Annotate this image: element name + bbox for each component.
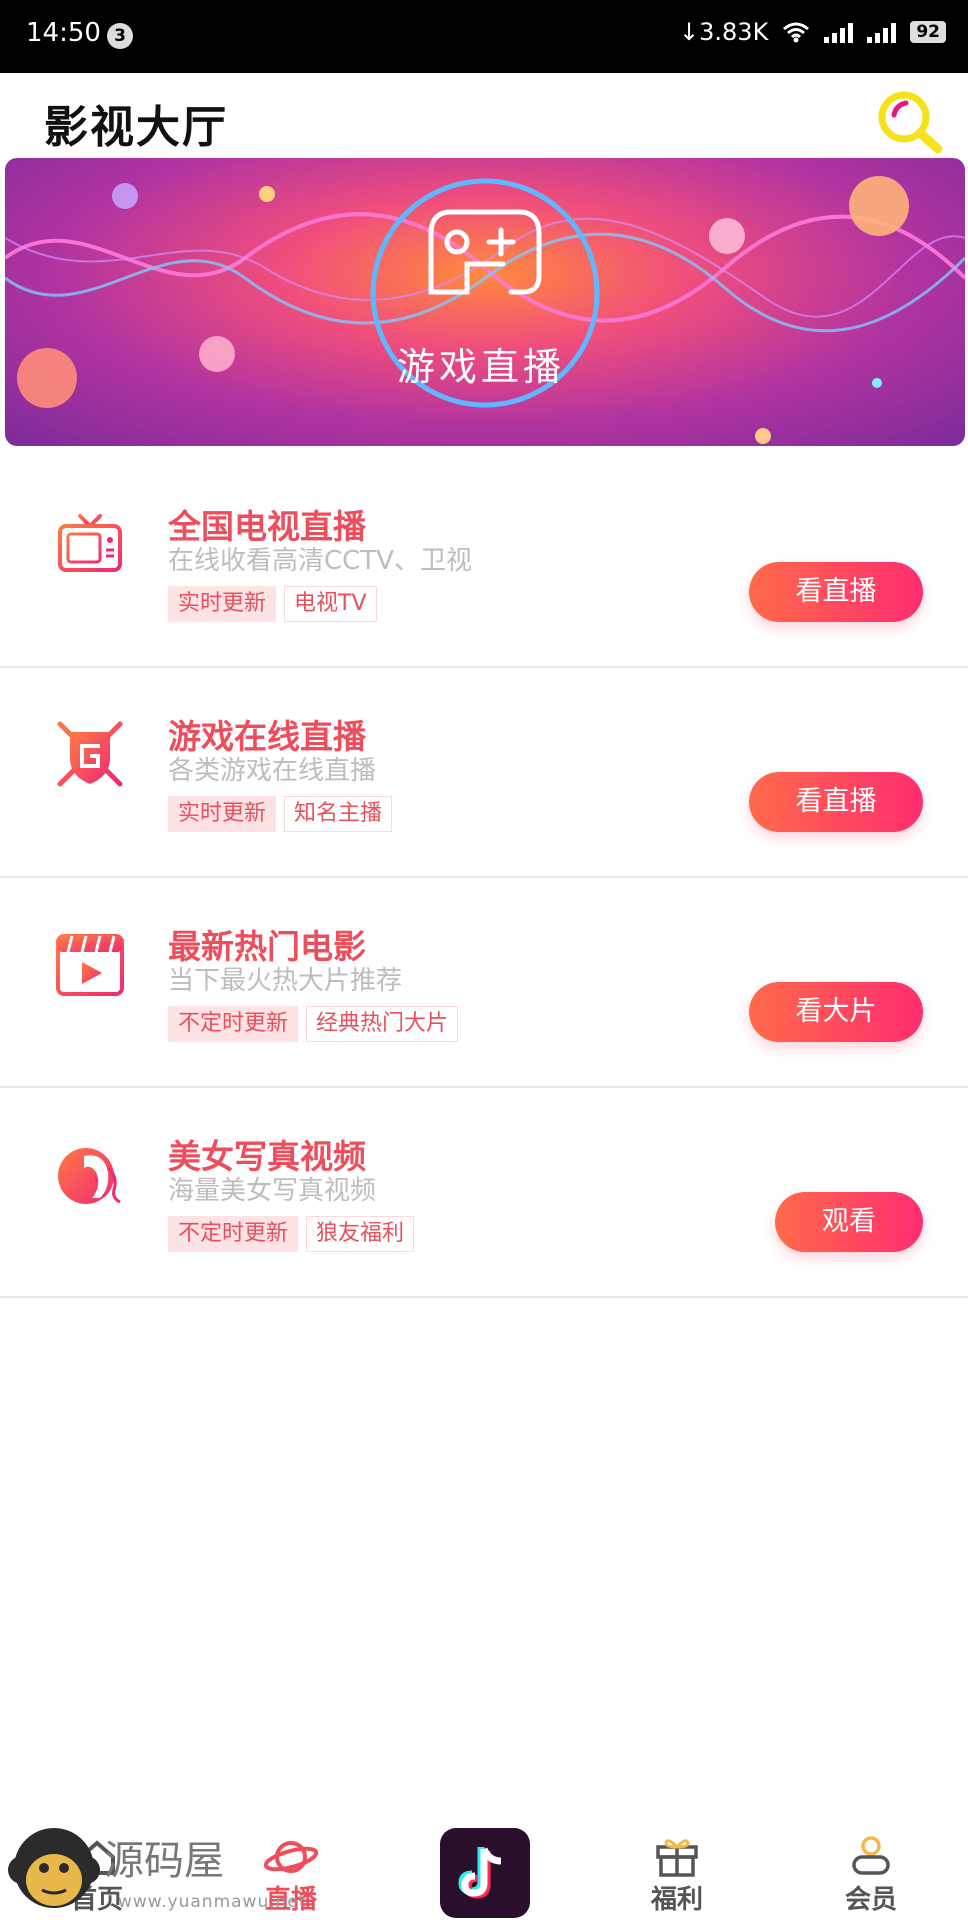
user-icon bbox=[852, 1836, 890, 1875]
signal-icon-2 bbox=[867, 21, 897, 43]
status-bar: 14:50 3 ↓3.83K 92 bbox=[0, 0, 968, 73]
item-tag: 知名主播 bbox=[284, 796, 393, 832]
nav-label: 会员 bbox=[844, 1885, 897, 1915]
item-subtitle: 海量美女写真视频 bbox=[168, 1176, 377, 1206]
item-tag: 实时更新 bbox=[168, 586, 277, 622]
battery-indicator: 92 bbox=[910, 21, 946, 43]
list-item-beauty[interactable]: 美女写真视频 海量美女写真视频 不定时更新 狼友福利 观看 bbox=[0, 1088, 968, 1298]
woman-portrait-icon bbox=[58, 1148, 121, 1204]
banner-art bbox=[5, 176, 965, 444]
watch-live-button[interactable]: 看直播 bbox=[749, 772, 923, 832]
watermark-text: 源码屋 bbox=[104, 1838, 224, 1884]
list-item-movie[interactable]: 最新热门电影 当下最火热大片推荐 不定时更新 经典热门大片 看大片 bbox=[0, 878, 968, 1088]
gift-icon bbox=[656, 1839, 698, 1877]
tv-icon bbox=[58, 514, 122, 572]
watch-live-button[interactable]: 看直播 bbox=[749, 562, 923, 622]
nav-member[interactable]: 会员 bbox=[816, 1835, 926, 1916]
item-subtitle: 在线收看高清CCTV、卫视 bbox=[168, 546, 472, 576]
nav-label: 福利 bbox=[650, 1885, 703, 1915]
watermark: 源码屋 www.yuanmawu.net bbox=[6, 1820, 306, 1920]
item-tag: 不定时更新 bbox=[168, 1006, 299, 1042]
nav-welfare[interactable]: 福利 bbox=[622, 1835, 732, 1916]
item-subtitle: 当下最火热大片推荐 bbox=[168, 966, 403, 996]
header: 影视大厅 bbox=[0, 73, 968, 159]
item-subtitle: 各类游戏在线直播 bbox=[168, 756, 377, 786]
nav-tiktok[interactable] bbox=[440, 1828, 530, 1918]
wifi-icon bbox=[783, 22, 810, 43]
network-speed: ↓3.83K bbox=[679, 18, 769, 46]
page-title: 影视大厅 bbox=[44, 102, 228, 153]
planet-icon bbox=[263, 1841, 319, 1873]
game-shield-icon bbox=[57, 721, 123, 787]
status-time: 14:50 bbox=[26, 18, 101, 48]
movie-clapper-icon bbox=[56, 934, 124, 996]
item-tag: 电视TV bbox=[284, 586, 377, 622]
watch-button[interactable]: 观看 bbox=[775, 1192, 923, 1252]
search-icon[interactable] bbox=[872, 87, 946, 157]
signal-icon bbox=[824, 21, 854, 43]
watermark-url: www.yuanmawu.net bbox=[118, 1892, 307, 1912]
item-tag: 经典热门大片 bbox=[306, 1006, 459, 1042]
item-tag: 不定时更新 bbox=[168, 1216, 299, 1252]
category-list: 全国电视直播 在线收看高清CCTV、卫视 实时更新 电视TV 看直播 游戏在线直… bbox=[0, 458, 968, 1298]
notification-badge: 3 bbox=[107, 23, 133, 49]
item-tag: 实时更新 bbox=[168, 796, 277, 832]
item-tag: 狼友福利 bbox=[306, 1216, 415, 1252]
list-item-game[interactable]: 游戏在线直播 各类游戏在线直播 实时更新 知名主播 看直播 bbox=[0, 668, 968, 878]
monkey-logo-icon bbox=[8, 1828, 100, 1908]
banner[interactable]: 游戏直播 bbox=[5, 158, 965, 446]
watch-movie-button[interactable]: 看大片 bbox=[749, 982, 923, 1042]
banner-title: 游戏直播 bbox=[397, 345, 566, 389]
tiktok-icon bbox=[458, 1847, 502, 1899]
list-item-tv[interactable]: 全国电视直播 在线收看高清CCTV、卫视 实时更新 电视TV 看直播 bbox=[0, 458, 968, 668]
